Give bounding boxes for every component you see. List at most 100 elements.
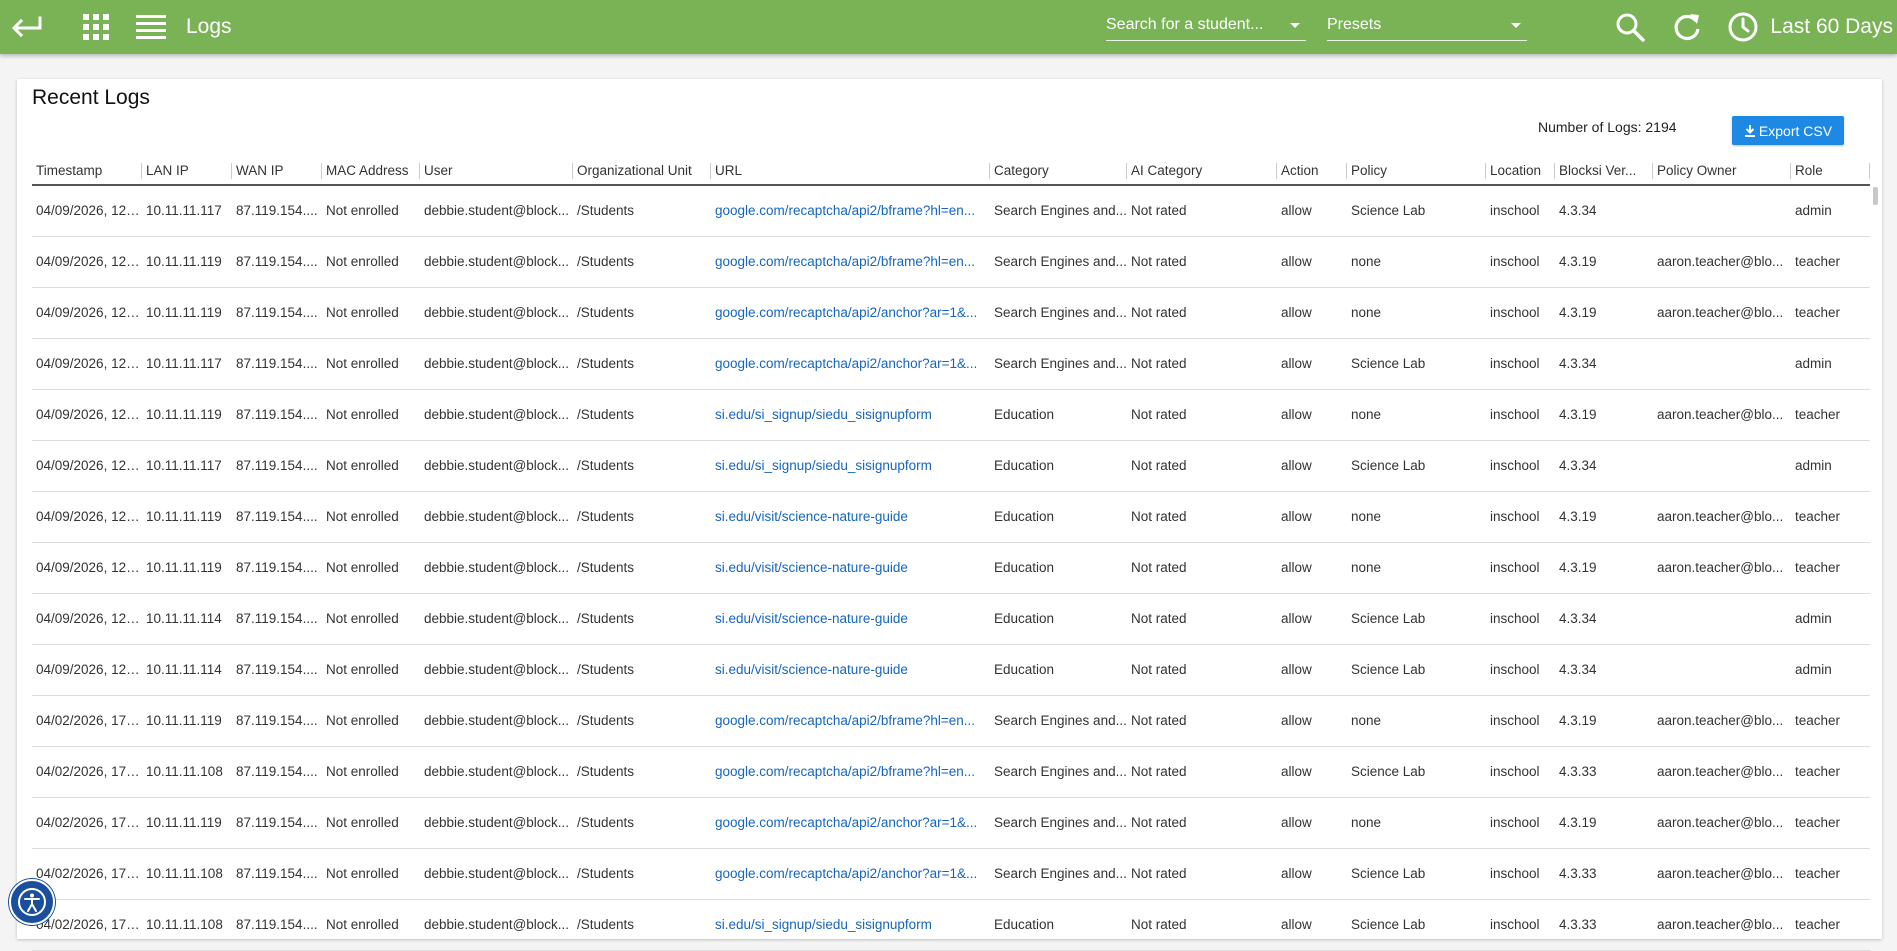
cell-url[interactable]: google.com/recaptcha/api2/bframe?hl=en..… bbox=[711, 237, 990, 287]
table-row[interactable]: 04/09/2026, 12:26... 10.11.11.119 87.119.1… bbox=[32, 288, 1870, 339]
cell-action: allow bbox=[1281, 509, 1312, 524]
table-row[interactable]: 04/09/2026, 12:26... 10.11.11.119 87.119.1… bbox=[32, 492, 1870, 543]
table-row[interactable]: 04/09/2026, 12:26... 10.11.11.119 87.119.1… bbox=[32, 237, 1870, 288]
column-header-role[interactable]: Role bbox=[1791, 160, 1870, 184]
cell-url[interactable]: google.com/recaptcha/api2/anchor?ar=1&..… bbox=[711, 798, 990, 848]
column-header-category[interactable]: Category bbox=[990, 160, 1127, 184]
cell-location: inschool bbox=[1490, 509, 1540, 524]
cell-category: Education bbox=[994, 611, 1055, 626]
cell-category: Education bbox=[994, 458, 1055, 473]
column-header-url[interactable]: URL bbox=[711, 160, 990, 184]
column-header-blocksi-version[interactable]: Blocksi Ver... bbox=[1555, 160, 1653, 184]
table-row[interactable]: 04/09/2026, 12:26... 10.11.11.119 87.119.1… bbox=[32, 390, 1870, 441]
cell-blocksi-version: 4.3.34 bbox=[1559, 662, 1597, 677]
cell-org-unit: /Students bbox=[577, 458, 635, 473]
column-header-org-unit[interactable]: Organizational Unit bbox=[573, 160, 711, 184]
scrollbar-thumb[interactable] bbox=[1873, 187, 1878, 205]
accessibility-icon[interactable] bbox=[9, 879, 55, 925]
cell-role: admin bbox=[1795, 203, 1832, 218]
cell-role: teacher bbox=[1795, 509, 1841, 524]
cell-role: admin bbox=[1795, 662, 1832, 677]
table-row[interactable]: 04/02/2026, 17:41... 10.11.11.119 87.119.1… bbox=[32, 696, 1870, 747]
cell-location: inschool bbox=[1490, 203, 1540, 218]
cell-url[interactable]: google.com/recaptcha/api2/anchor?ar=1&..… bbox=[711, 849, 990, 899]
cell-ai-category: Not rated bbox=[1131, 560, 1187, 575]
cell-lan-ip: 10.11.11.108 bbox=[146, 917, 223, 932]
column-header-ai-category[interactable]: AI Category bbox=[1127, 160, 1277, 184]
column-header-user[interactable]: User bbox=[420, 160, 573, 184]
apps-grid-icon[interactable] bbox=[80, 0, 112, 54]
cell-blocksi-version: 4.3.33 bbox=[1559, 764, 1597, 779]
column-header-lan-ip[interactable]: LAN IP bbox=[142, 160, 232, 184]
table-row[interactable]: 04/02/2026, 17:41...10.11.11.10887.119.1… bbox=[32, 747, 1870, 798]
cell-org-unit: /Students bbox=[577, 560, 635, 575]
cell-url[interactable]: google.com/recaptcha/api2/bframe?hl=en..… bbox=[711, 747, 990, 797]
export-csv-button[interactable]: Export CSV bbox=[1732, 116, 1844, 145]
table-row[interactable]: 04/09/2026, 12:26... 10.11.11.114 87.119.1… bbox=[32, 594, 1870, 645]
column-header-timestamp[interactable]: Timestamp bbox=[32, 160, 142, 184]
table-row[interactable]: 04/09/2026, 12:26... 10.11.11.114 87.119.1… bbox=[32, 645, 1870, 696]
cell-blocksi-version: 4.3.34 bbox=[1559, 356, 1597, 371]
cell-user: debbie.student@block... bbox=[424, 407, 570, 422]
cell-url[interactable]: si.edu/visit/science-nature-guide bbox=[711, 594, 990, 644]
column-header-policy[interactable]: Policy bbox=[1347, 160, 1486, 184]
cell-policy: Science Lab bbox=[1351, 917, 1426, 932]
menu-icon[interactable] bbox=[134, 0, 168, 54]
table-row[interactable]: 04/02/2026, 17:41...10.11.11.10887.119.1… bbox=[32, 900, 1870, 951]
table-row[interactable]: 04/02/2026, 17:41...10.11.11.10887.119.1… bbox=[32, 849, 1870, 900]
column-header-wan-ip[interactable]: WAN IP bbox=[232, 160, 322, 184]
date-range-label[interactable]: Last 60 Days bbox=[1770, 0, 1897, 54]
column-header-label: Policy bbox=[1351, 163, 1388, 178]
cell-policy: none bbox=[1351, 560, 1382, 575]
cell-org-unit: /Students bbox=[577, 713, 635, 728]
cell-ai-category: Not rated bbox=[1131, 305, 1187, 320]
presets-select[interactable]: Presets bbox=[1327, 10, 1527, 41]
column-header-label: Action bbox=[1281, 163, 1319, 178]
cell-wan-ip: 87.119.154.... bbox=[236, 917, 318, 932]
table-row[interactable]: 04/09/2026, 12:26... 10.11.11.117 87.119.1… bbox=[32, 186, 1870, 237]
cell-location: inschool bbox=[1490, 815, 1540, 830]
table-row[interactable]: 04/09/2026, 12:26... 10.11.11.117 87.119.1… bbox=[32, 339, 1870, 390]
cell-mac-address: Not enrolled bbox=[326, 662, 399, 677]
cell-url[interactable]: si.edu/si_signup/siedu_sisignupform bbox=[711, 390, 990, 440]
cell-timestamp: 04/09/2026, 12:26... bbox=[36, 611, 142, 626]
cell-url[interactable]: si.edu/visit/science-nature-guide bbox=[711, 492, 990, 542]
column-header-label: MAC Address bbox=[326, 163, 409, 178]
cell-action: allow bbox=[1281, 356, 1312, 371]
cell-url[interactable]: google.com/recaptcha/api2/bframe?hl=en..… bbox=[711, 186, 990, 236]
cell-url[interactable]: si.edu/visit/science-nature-guide bbox=[711, 645, 990, 695]
cell-category: Search Engines and... bbox=[994, 254, 1127, 269]
cell-blocksi-version: 4.3.33 bbox=[1559, 917, 1597, 932]
cell-timestamp: 04/09/2026, 12:26... bbox=[36, 509, 142, 524]
refresh-icon[interactable] bbox=[1670, 0, 1704, 54]
back-arrow-icon[interactable] bbox=[6, 0, 46, 54]
column-header-policy-owner[interactable]: Policy Owner bbox=[1653, 160, 1791, 184]
table-row[interactable]: 04/09/2026, 12:26... 10.11.11.119 87.119.1… bbox=[32, 543, 1870, 594]
cell-wan-ip: 87.119.154.... bbox=[236, 764, 318, 779]
table-row[interactable]: 04/09/2026, 12:26... 10.11.11.117 87.119.1… bbox=[32, 441, 1870, 492]
column-resize-handle[interactable] bbox=[1869, 163, 1870, 179]
cell-url[interactable]: google.com/recaptcha/api2/bframe?hl=en..… bbox=[711, 696, 990, 746]
cell-location: inschool bbox=[1490, 917, 1540, 932]
cell-url[interactable]: si.edu/visit/science-nature-guide bbox=[711, 543, 990, 593]
cell-url[interactable]: google.com/recaptcha/api2/anchor?ar=1&..… bbox=[711, 288, 990, 338]
column-header-location[interactable]: Location bbox=[1486, 160, 1555, 184]
cell-action: allow bbox=[1281, 407, 1312, 422]
log-count: Number of Logs: 2194 bbox=[1538, 119, 1677, 135]
column-header-action[interactable]: Action bbox=[1277, 160, 1347, 184]
cell-ai-category: Not rated bbox=[1131, 203, 1187, 218]
table-row[interactable]: 04/02/2026, 17:41... 10.11.11.119 87.119.1… bbox=[32, 798, 1870, 849]
column-header-mac-address[interactable]: MAC Address bbox=[322, 160, 420, 184]
cell-wan-ip: 87.119.154.... bbox=[236, 407, 318, 422]
cell-url[interactable]: si.edu/si_signup/siedu_sisignupform bbox=[711, 441, 990, 491]
cell-url[interactable]: si.edu/si_signup/siedu_sisignupform bbox=[711, 900, 990, 950]
cell-policy-owner bbox=[1653, 594, 1791, 644]
search-icon[interactable] bbox=[1613, 0, 1647, 54]
cell-role: teacher bbox=[1795, 713, 1841, 728]
cell-url[interactable]: google.com/recaptcha/api2/anchor?ar=1&..… bbox=[711, 339, 990, 389]
cell-category: Education bbox=[994, 560, 1055, 575]
table-scrollbar[interactable] bbox=[1870, 184, 1880, 939]
recent-logs-card: Recent Logs Number of Logs: 2194 Export … bbox=[17, 79, 1882, 951]
clock-icon[interactable] bbox=[1726, 0, 1760, 54]
student-search-select[interactable]: Search for a student... bbox=[1106, 10, 1306, 41]
